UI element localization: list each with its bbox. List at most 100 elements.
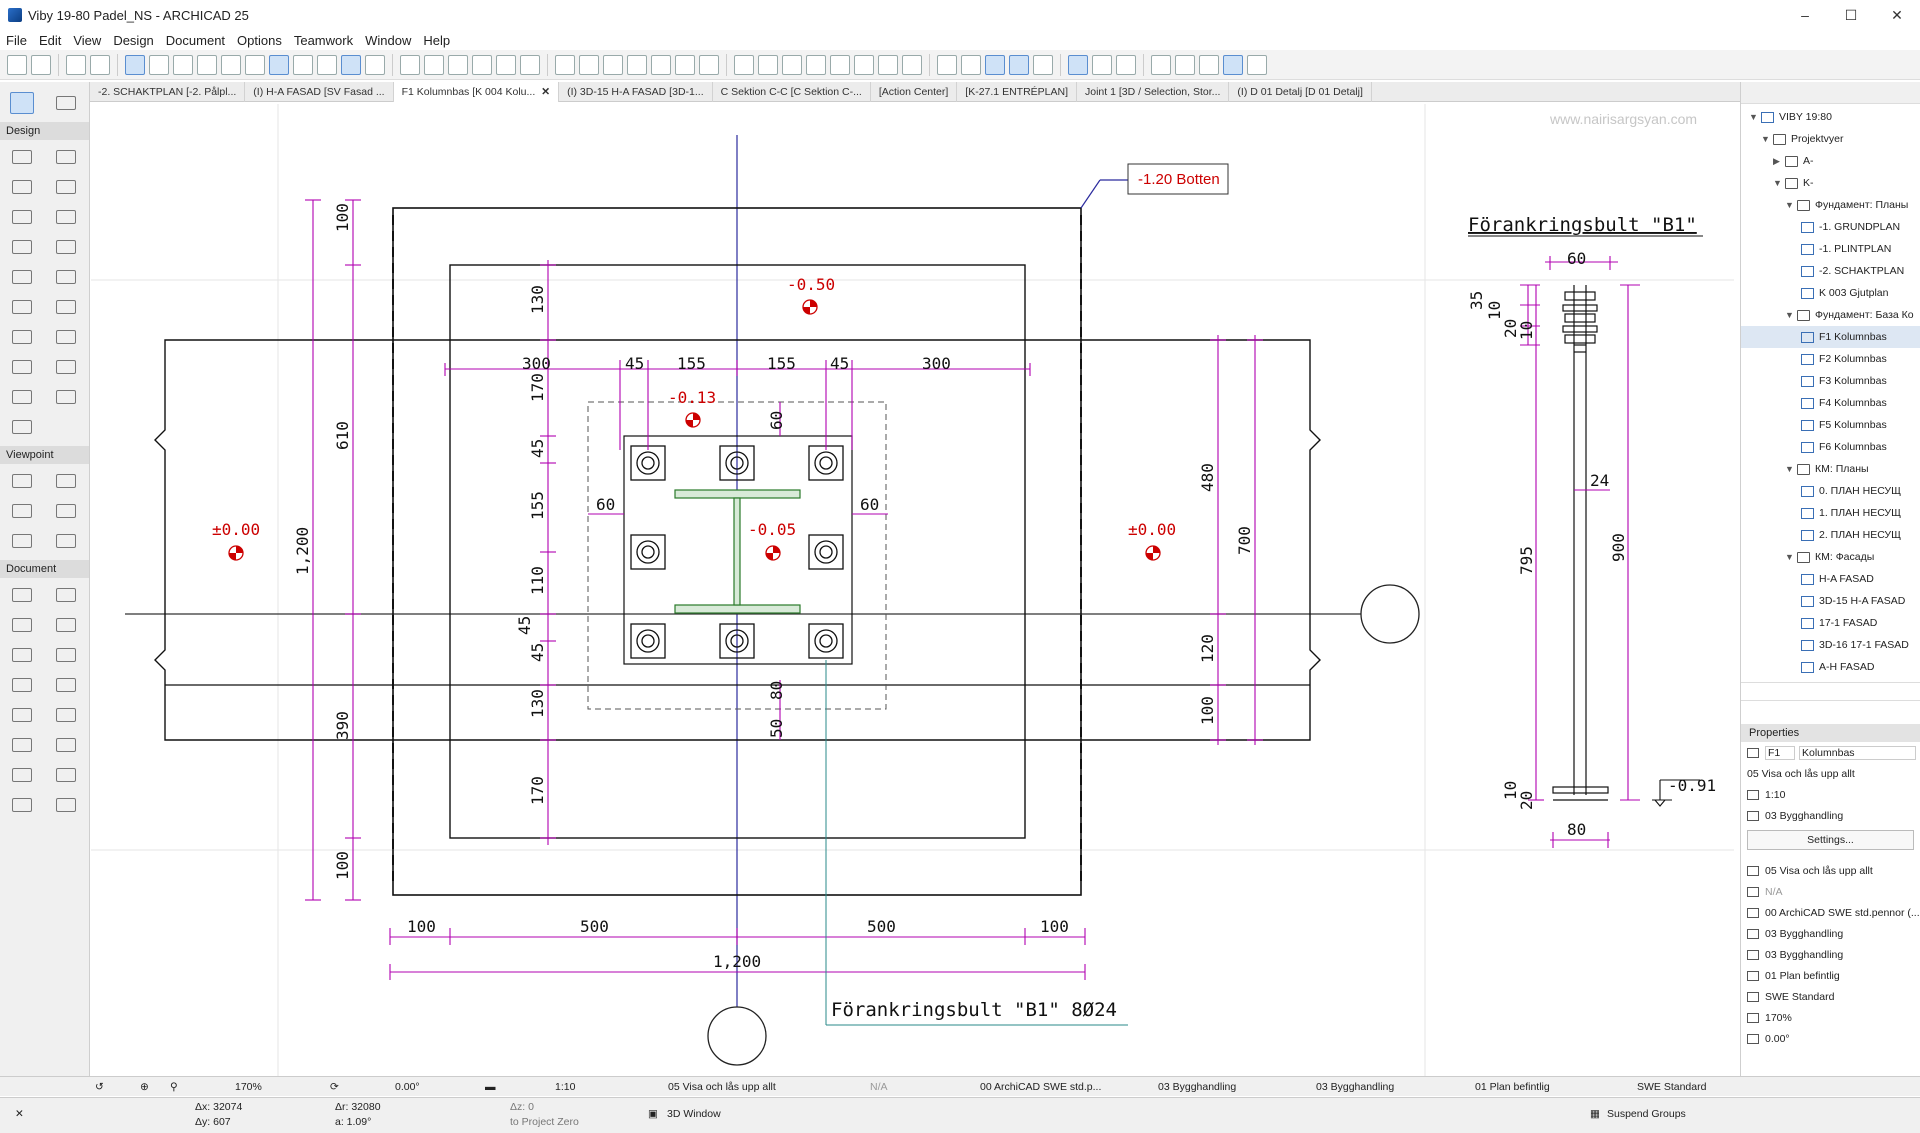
menu-help[interactable]: Help [417, 33, 456, 48]
window-tool[interactable] [44, 292, 88, 322]
tab-action-center[interactable]: [Action Center] [871, 81, 958, 102]
polyline-tool-icon[interactable] [1175, 54, 1195, 75]
tree-item[interactable]: 17-1 FASAD [1741, 612, 1920, 634]
prop-row[interactable]: 00 ArchiCAD SWE std.pennor (... [1741, 902, 1920, 923]
tree-item[interactable]: ▶ A- [1741, 150, 1920, 172]
prop-row[interactable]: SWE Standard [1741, 986, 1920, 1007]
zone-tool[interactable] [44, 322, 88, 352]
interior-elevation-tool[interactable] [0, 496, 44, 526]
maximize-button[interactable]: ☐ [1828, 0, 1874, 30]
tree-item[interactable]: H-A FASAD [1741, 568, 1920, 590]
railing-tool[interactable] [44, 232, 88, 262]
menu-file[interactable]: File [0, 33, 33, 48]
menu-document[interactable]: Document [160, 33, 231, 48]
marquee-icon[interactable] [341, 54, 361, 75]
measure-icon[interactable] [1068, 54, 1088, 75]
renovation-value[interactable]: 01 Plan befintlig [1475, 1077, 1550, 1097]
tree-item[interactable]: -2. SCHAKTPLAN [1741, 260, 1920, 282]
3d-window-button[interactable]: 3D Window [667, 1108, 721, 1120]
elevation-icon[interactable] [830, 54, 850, 75]
object-tool[interactable] [0, 352, 44, 382]
layer-icon[interactable] [221, 54, 241, 75]
door-tool[interactable] [0, 292, 44, 322]
detail-tool[interactable] [0, 526, 44, 556]
intersect-icon[interactable] [496, 54, 516, 75]
model-view-value[interactable]: 03 Bygghandling [1158, 1077, 1236, 1097]
hotlink-tool[interactable] [44, 760, 88, 790]
bring-forward-icon[interactable] [675, 54, 695, 75]
tab-joint-1[interactable]: Joint 1 [3D / Selection, Stor... [1077, 81, 1230, 102]
na-value[interactable]: N/A [870, 1077, 888, 1097]
prop-id[interactable]: F1 [1765, 745, 1795, 760]
roof-tool[interactable] [0, 202, 44, 232]
tree-item[interactable]: ▼ Фундамент: Планы [1741, 194, 1920, 216]
angle-dimension-tool[interactable] [44, 610, 88, 640]
settings-button[interactable]: Settings... [1747, 830, 1914, 850]
tree-item[interactable]: ▼ КМ: Фасады [1741, 546, 1920, 568]
menu-options[interactable]: Options [231, 33, 288, 48]
elevation-tool[interactable] [44, 466, 88, 496]
guide-line-icon[interactable] [149, 54, 169, 75]
dim-standard-value[interactable]: SWE Standard [1637, 1077, 1706, 1097]
tree-item[interactable]: -1. PLINTPLAN [1741, 238, 1920, 260]
tab-f1-kolumnbas[interactable]: F1 Kolumnbas [K 004 Kolu... ✕ [393, 81, 560, 102]
grid-display-icon[interactable] [269, 54, 289, 75]
rotation-value[interactable]: 0.00° [395, 1077, 420, 1097]
prop-row[interactable]: N/A [1741, 881, 1920, 902]
construction-grid-icon[interactable] [293, 54, 313, 75]
prop-row[interactable]: 0.00° [1741, 1028, 1920, 1049]
ungroup-icon[interactable] [627, 54, 647, 75]
lock-icon[interactable] [245, 54, 265, 75]
dimension-tool-icon[interactable] [1223, 54, 1243, 75]
label-tool[interactable] [44, 640, 88, 670]
text-tool[interactable] [0, 640, 44, 670]
prop-scale[interactable]: 1:10 [1741, 784, 1920, 805]
change-marker-tool[interactable] [44, 790, 88, 820]
tab-entreplan[interactable]: [K-27.1 ENTRÉPLAN] [957, 81, 1077, 102]
pick-up-icon[interactable] [66, 54, 86, 75]
fill-tool[interactable] [0, 700, 44, 730]
menu-teamwork[interactable]: Teamwork [288, 33, 359, 48]
trace-icon[interactable] [734, 54, 754, 75]
tree-item[interactable]: -1. GRUNDPLAN [1741, 216, 1920, 238]
structure-value[interactable]: 03 Bygghandling [1316, 1077, 1394, 1097]
suspend-groups-icon[interactable] [651, 54, 671, 75]
tab-close-icon[interactable]: ✕ [541, 86, 550, 98]
tree-root[interactable]: ▼ VIBY 19:80 [1741, 106, 1920, 128]
tree-item[interactable]: 2. ПЛАН НЕСУЩ [1741, 524, 1920, 546]
tree-item[interactable]: A-H FASAD [1741, 656, 1920, 678]
stair-tool[interactable] [0, 232, 44, 262]
snap-guide-icon[interactable] [125, 54, 145, 75]
adjust-icon[interactable] [424, 54, 444, 75]
level-dimension-tool[interactable] [0, 610, 44, 640]
angle-tool-icon[interactable] [1199, 54, 1219, 75]
tree-item[interactable]: F4 Kolumnbas [1741, 392, 1920, 414]
spline-tool[interactable] [0, 760, 44, 790]
menu-design[interactable]: Design [107, 33, 159, 48]
slab-tool[interactable] [44, 172, 88, 202]
line-tool-icon[interactable] [1151, 54, 1171, 75]
line-tool[interactable] [44, 700, 88, 730]
reference-icon[interactable] [758, 54, 778, 75]
zoom-in-icon[interactable]: ⊕ [140, 1077, 149, 1097]
tree-item[interactable]: ▼ КМ: Планы [1741, 458, 1920, 480]
circle-tool[interactable] [0, 730, 44, 760]
pen-set-value[interactable]: 00 ArchiCAD SWE std.p... [980, 1077, 1101, 1097]
radial-dimension-tool[interactable] [44, 580, 88, 610]
detail-icon[interactable] [878, 54, 898, 75]
inject-icon[interactable] [90, 54, 110, 75]
properties-header[interactable]: Properties [1741, 724, 1920, 742]
polyline-tool[interactable] [44, 730, 88, 760]
wall-end-tool[interactable] [44, 382, 88, 412]
tree-item[interactable]: 1. ПЛАН НЕСУЩ [1741, 502, 1920, 524]
morph-tool[interactable] [0, 382, 44, 412]
toolbox-section-document[interactable]: Document [0, 560, 89, 578]
tree-item[interactable]: 3D-16 17-1 FASAD [1741, 634, 1920, 656]
hotspot-tool[interactable] [0, 670, 44, 700]
prop-row[interactable]: 05 Visa och lås upp allt [1741, 860, 1920, 881]
menu-view[interactable]: View [67, 33, 107, 48]
tree-item[interactable]: F5 Kolumnbas [1741, 414, 1920, 436]
toolbox-section-design[interactable]: Design [0, 122, 89, 140]
mesh-tool[interactable] [44, 262, 88, 292]
drawing-tool[interactable] [0, 790, 44, 820]
